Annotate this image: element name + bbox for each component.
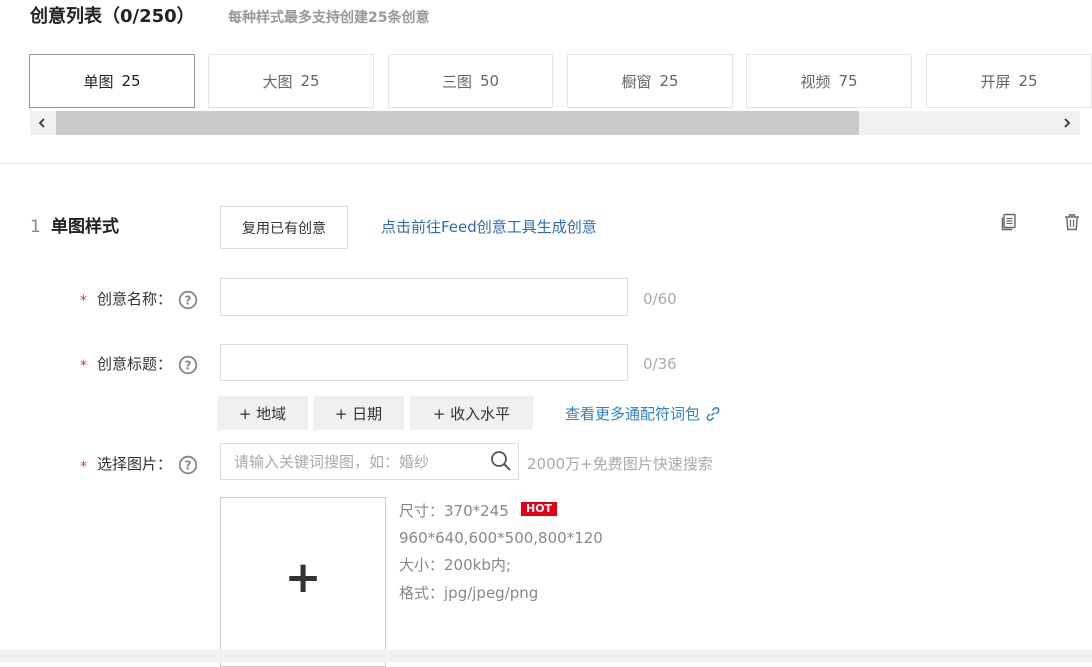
tab-label: 开屏	[980, 72, 1011, 91]
name-char-counter: 0/60	[643, 290, 677, 308]
image-filesize-spec: 大小：200kb内;	[399, 556, 511, 574]
help-icon[interactable]: ?	[178, 290, 198, 310]
scroll-right-button[interactable]	[1055, 111, 1079, 135]
chevron-left-icon	[38, 118, 45, 128]
wildcard-income-button[interactable]: + 收入水平	[410, 396, 533, 430]
image-size-spec: 尺寸：370*245	[399, 502, 509, 520]
copy-icon[interactable]	[999, 212, 1019, 232]
tab-count: 50	[479, 72, 500, 90]
divider	[0, 163, 1092, 164]
page-title: 创意列表（0/250）	[30, 6, 195, 27]
tab-video[interactable]: 视频 75	[746, 54, 912, 108]
search-icon[interactable]	[489, 449, 513, 473]
scrollbar-thumb[interactable]	[56, 111, 859, 135]
required-mark: *	[80, 358, 87, 374]
image-alt-sizes: 960*640,600*500,800*120	[399, 529, 603, 547]
title-char-counter: 0/36	[643, 355, 677, 373]
wildcard-region-button[interactable]: + 地域	[217, 396, 308, 430]
tab-count: 25	[1018, 72, 1038, 90]
feed-tool-link[interactable]: 点击前往Feed创意工具生成创意	[381, 217, 597, 237]
tab-count: 25	[121, 72, 141, 90]
scroll-left-button[interactable]	[30, 111, 54, 135]
creative-name-input[interactable]	[220, 278, 628, 316]
image-search-hint: 2000万+免费图片快速搜索	[527, 455, 713, 473]
tab-label: 三图	[441, 72, 472, 91]
tab-label: 大图	[262, 72, 293, 91]
svg-text:?: ?	[185, 359, 192, 373]
tab-count: 75	[838, 72, 858, 90]
tab-label: 单图	[83, 72, 114, 91]
tab-showcase[interactable]: 橱窗 25	[567, 54, 733, 108]
tab-three-images[interactable]: 三图 50	[388, 54, 553, 108]
page-subtitle: 每种样式最多支持创建25条创意	[228, 10, 430, 26]
hot-badge: HOT	[521, 502, 558, 516]
tab-count: 25	[300, 72, 320, 90]
svg-text:?: ?	[185, 459, 192, 473]
chevron-right-icon	[1064, 118, 1071, 128]
help-icon[interactable]: ?	[178, 455, 198, 475]
creative-name-label: 创意名称：	[97, 290, 173, 308]
tab-count: 25	[659, 72, 679, 90]
svg-text:?: ?	[185, 294, 192, 308]
link-icon	[706, 407, 720, 421]
section-title: 单图样式	[51, 217, 119, 237]
tab-label: 橱窗	[621, 72, 652, 91]
tab-label: 视频	[800, 72, 831, 91]
section-number: 1	[30, 217, 41, 237]
footer-strip	[0, 650, 1092, 662]
required-mark: *	[80, 459, 87, 475]
more-wildcards-link[interactable]: 查看更多通配符词包	[565, 404, 722, 424]
image-search-placeholder: 请输入关键词搜图，如：婚纱	[234, 453, 430, 471]
trash-icon[interactable]	[1062, 212, 1082, 232]
image-format-spec: 格式：jpg/jpeg/png	[399, 584, 539, 602]
more-wildcards-label: 查看更多通配符词包	[565, 405, 701, 423]
help-icon[interactable]: ?	[178, 355, 198, 375]
creative-title-input[interactable]	[220, 344, 628, 381]
select-image-label: 选择图片：	[97, 455, 173, 473]
tab-single-image[interactable]: 单图 25	[29, 54, 195, 108]
creative-title-label: 创意标题：	[97, 355, 173, 373]
upload-plus-icon: +	[284, 551, 322, 603]
tab-large-image[interactable]: 大图 25	[208, 54, 374, 108]
tab-splash[interactable]: 开屏 25	[926, 54, 1092, 108]
required-mark: *	[80, 293, 87, 309]
reuse-creative-button[interactable]: 复用已有创意	[220, 206, 348, 249]
wildcard-date-button[interactable]: + 日期	[313, 396, 404, 430]
